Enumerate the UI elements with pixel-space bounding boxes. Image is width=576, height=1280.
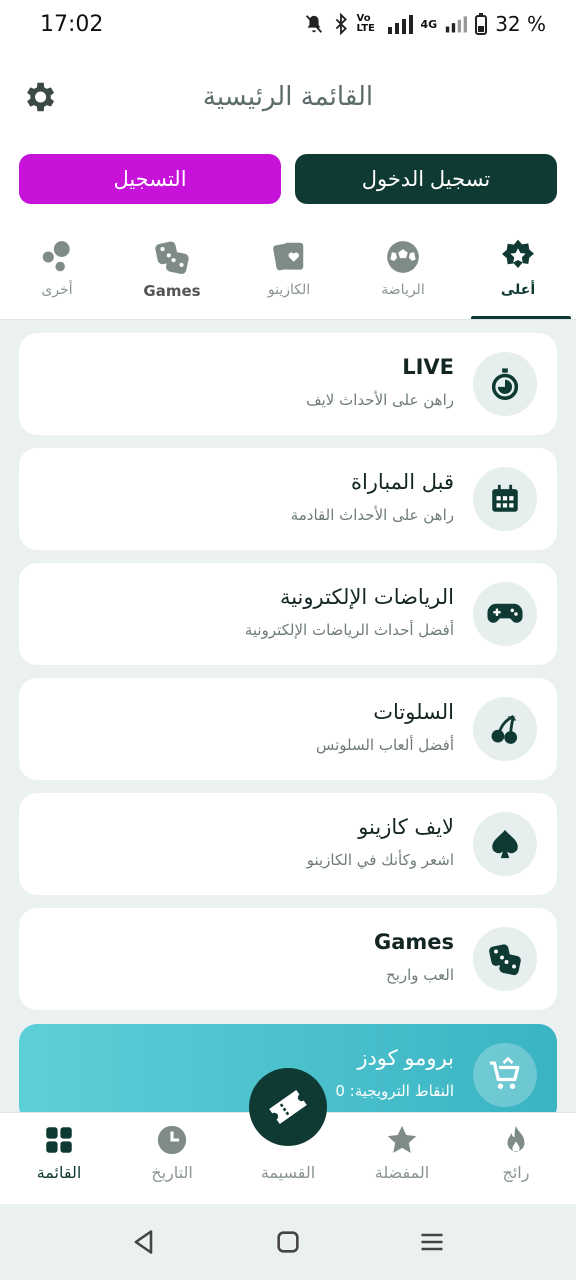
volte-label: Vo LTE: [356, 13, 375, 34]
menu-item-subtitle: اشعر وكأنك في الكازينو: [306, 851, 454, 869]
star-badge-icon: [502, 239, 534, 269]
nav-label: المفضلة: [374, 1163, 430, 1182]
flame-icon: [507, 1125, 525, 1153]
bluetooth-icon: [335, 13, 347, 35]
nav-label: رائج: [502, 1163, 530, 1182]
menu-item-title: قبل المباراة: [350, 470, 454, 494]
ticket-icon: [269, 1090, 307, 1124]
back-icon[interactable]: [130, 1228, 158, 1256]
menu-item-live[interactable]: LIVE راهن على الأحداث لايف: [19, 333, 557, 435]
cherry-icon: [491, 714, 518, 744]
menu-item-subtitle: العب واربح: [386, 966, 454, 984]
spade-icon: [492, 829, 518, 859]
menu-item-title: Games: [373, 930, 454, 954]
page-title: القائمة الرئيسية: [202, 82, 374, 112]
menu-icon-wrap: [473, 697, 537, 761]
clock-icon: [157, 1125, 187, 1155]
tab-games[interactable]: Games: [117, 238, 227, 320]
betslip-button[interactable]: [249, 1068, 327, 1146]
recents-menu-icon[interactable]: [418, 1228, 446, 1256]
menu-item-subtitle: أفضل أحداث الرياضات الإلكترونية: [244, 621, 454, 639]
signal-icon: [387, 15, 413, 34]
star-icon: [387, 1125, 417, 1153]
menu-item-esports[interactable]: الرياضات الإلكترونية أفضل أحداث الرياضات…: [19, 563, 557, 665]
menu-item-subtitle: أفضل ألعاب السلوتس: [315, 736, 454, 754]
status-time: 17:02: [40, 12, 104, 37]
network-label: 4G: [420, 17, 438, 31]
header-divider: [0, 319, 576, 320]
menu-item-title: الرياضات الإلكترونية: [279, 585, 454, 609]
calendar-icon: [492, 484, 518, 512]
register-button[interactable]: التسجيل: [19, 154, 281, 204]
menu-item-subtitle: راهن على الأحداث لايف: [306, 391, 454, 409]
tab-top[interactable]: أعلى: [463, 238, 573, 320]
menu-item-prematch[interactable]: قبل المباراة راهن على الأحداث القادمة: [19, 448, 557, 550]
battery-percent: 32 %: [495, 12, 546, 36]
signal-icon-2: [446, 16, 468, 33]
status-bar: 17:02 Vo LTE 4G 32 %: [0, 0, 576, 52]
menu-icon-wrap: [473, 467, 537, 531]
tab-sports[interactable]: الرياضة: [348, 238, 458, 320]
battery-icon: [475, 13, 488, 35]
gamepad-icon: [487, 603, 523, 623]
cart-icon: [490, 1057, 520, 1089]
app-header: القائمة الرئيسية تسجيل الدخول التسجيل أع…: [0, 52, 576, 320]
nav-label: القائمة: [36, 1163, 82, 1182]
menu-icon-wrap: [473, 812, 537, 876]
status-icons: Vo LTE 4G 32 %: [303, 12, 546, 36]
menu-item-live-casino[interactable]: لايف كازينو اشعر وكأنك في الكازينو: [19, 793, 557, 895]
menu-item-title: LIVE: [402, 355, 454, 379]
menu-icon-wrap: [473, 352, 537, 416]
tab-label: أخرى: [41, 282, 73, 298]
grid-icon: [46, 1127, 72, 1153]
nav-label: التاريخ: [151, 1163, 193, 1182]
tab-other[interactable]: أخرى: [2, 238, 112, 320]
tab-label: الرياضة: [381, 282, 425, 298]
menu-icon-wrap: [473, 927, 537, 991]
menu-icon-wrap: [473, 582, 537, 646]
dice-icon: [155, 241, 189, 275]
menu-item-subtitle: النقاط الترويجية: 0: [335, 1082, 454, 1100]
tab-casino[interactable]: الكازينو: [234, 238, 344, 320]
stopwatch-icon: [491, 368, 519, 400]
soccer-ball-icon: [387, 241, 419, 273]
nav-history[interactable]: التاريخ: [117, 1123, 227, 1182]
menu-item-games[interactable]: Games العب واربح: [19, 908, 557, 1010]
nav-favorites[interactable]: المفضلة: [347, 1123, 457, 1182]
menu-icon-wrap: [473, 1043, 537, 1107]
system-nav-bar: [0, 1204, 576, 1280]
home-icon[interactable]: [274, 1228, 302, 1256]
nav-menu[interactable]: القائمة: [4, 1123, 114, 1182]
menu-item-title: لايف كازينو: [358, 815, 454, 839]
category-tabs: أعلى الرياضة الكازينو Games أخرى: [0, 238, 576, 320]
nav-label: القسيمة: [260, 1163, 316, 1182]
menu-item-title: برومو كودز: [357, 1046, 454, 1070]
bubbles-icon: [42, 241, 70, 272]
login-button[interactable]: تسجيل الدخول: [295, 154, 557, 204]
tab-label: الكازينو: [267, 282, 311, 298]
nav-trending[interactable]: رائج: [461, 1123, 571, 1182]
menu-item-title: السلوتات: [373, 700, 454, 724]
playing-cards-icon: [273, 242, 304, 271]
mute-bell-icon: [305, 15, 322, 33]
menu-item-subtitle: راهن على الأحداث القادمة: [290, 506, 454, 524]
tab-label: Games: [143, 282, 201, 300]
menu-item-slots[interactable]: السلوتات أفضل ألعاب السلوتس: [19, 678, 557, 780]
tab-label: أعلى: [500, 282, 536, 298]
dice-icon: [489, 944, 521, 976]
